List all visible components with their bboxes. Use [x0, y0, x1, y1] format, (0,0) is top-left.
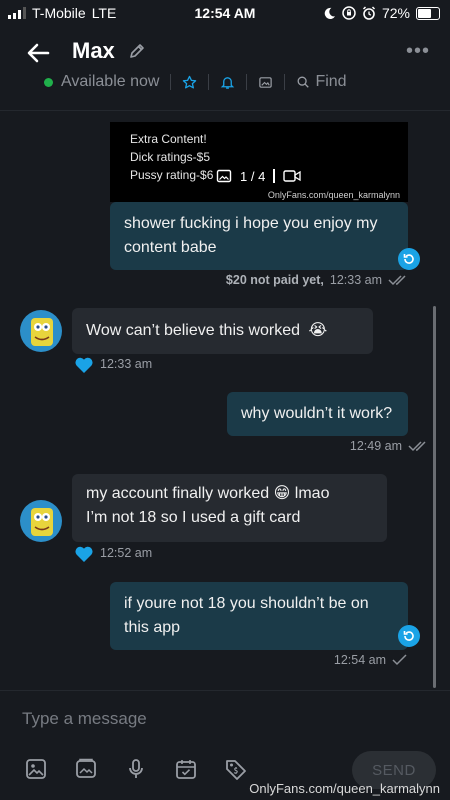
message-text: if youre not 18 you shouldn’t be on this… — [124, 595, 369, 636]
heart-icon[interactable] — [74, 356, 94, 374]
microphone-icon[interactable] — [124, 757, 148, 781]
avatar[interactable] — [20, 500, 62, 542]
undo-icon[interactable] — [398, 625, 420, 647]
message-text: why wouldn’t it work? — [241, 405, 393, 422]
emoji: 😭 — [308, 322, 328, 339]
availability-status: Available now — [61, 73, 160, 90]
search-icon[interactable] — [296, 75, 310, 89]
status-bar: T-Mobile LTE 12:54 AM 72% — [0, 0, 450, 26]
emoji: 😁 — [273, 485, 291, 502]
message-meta: 12:52 am — [100, 546, 152, 560]
message-time: 12:54 am — [333, 653, 386, 667]
alarm-icon — [362, 6, 375, 20]
vault-icon[interactable] — [74, 757, 98, 781]
message-meta: 12:33 am — [100, 357, 152, 371]
video-icon — [283, 170, 301, 182]
watermark: OnlyFans.com/queen_karmalynn — [249, 781, 440, 796]
media-line: Pussy rating-$6 — [130, 168, 214, 182]
incoming-message[interactable]: Wow can’t believe this worked 😭 — [72, 308, 373, 354]
battery-label: 72% — [381, 5, 410, 21]
price-status: $20 not paid yet, — [225, 273, 324, 287]
image-icon — [216, 169, 232, 183]
media-line: Extra Content! — [130, 132, 207, 146]
calendar-icon[interactable] — [174, 757, 198, 781]
divider — [246, 74, 248, 90]
chat-header: Max ••• Available now Find — [0, 30, 450, 110]
media-line: Dick ratings-$5 — [130, 150, 211, 164]
heart-icon[interactable] — [74, 545, 94, 563]
bell-icon[interactable] — [220, 75, 235, 90]
outgoing-message[interactable]: if youre not 18 you shouldn’t be on this… — [110, 582, 408, 650]
message-text: my account finally worked — [86, 485, 270, 502]
online-dot — [44, 77, 53, 87]
message-text: shower fucking i hope you enjoy my conte… — [124, 215, 378, 256]
find-label[interactable]: Find — [315, 73, 346, 91]
undo-icon[interactable] — [398, 248, 420, 270]
composer-toolbar — [24, 757, 248, 781]
message-text: Wow can’t believe this worked — [86, 322, 301, 339]
header-subbar: Available now Find — [44, 73, 347, 91]
price-tag-icon[interactable] — [224, 757, 248, 781]
divider — [170, 74, 172, 90]
message-time: 12:33 am — [100, 357, 153, 371]
incoming-message[interactable]: my account finally worked 😁 lmao I’m not… — [72, 474, 387, 542]
media-text: Extra Content! Dick ratings-$5 Pussy rat… — [130, 130, 213, 184]
rotation-lock-icon — [342, 6, 356, 20]
media-count: 1 / 4 — [240, 168, 266, 184]
message-text: lmao — [294, 485, 330, 502]
contact-name[interactable]: Max — [72, 38, 115, 64]
outgoing-message[interactable]: why wouldn’t it work? — [227, 392, 408, 436]
divider — [273, 169, 276, 183]
avatar-image — [20, 500, 62, 542]
message-meta: 12:54 am — [334, 653, 408, 667]
double-check-icon — [388, 275, 406, 286]
message-time: 12:49 am — [349, 439, 402, 453]
message-list[interactable]: Extra Content! Dick ratings-$5 Pussy rat… — [0, 112, 450, 690]
message-text: I’m not 18 so I used a gift card — [86, 509, 301, 526]
more-options-icon[interactable]: ••• — [406, 40, 430, 63]
message-input[interactable]: Type a message — [22, 709, 147, 729]
back-arrow-icon[interactable] — [24, 38, 54, 68]
outgoing-message[interactable]: shower fucking i hope you enjoy my conte… — [110, 202, 408, 270]
message-meta: $20 not paid yet, 12:33 am — [226, 273, 408, 287]
check-icon — [392, 654, 407, 666]
media-counter: 1 / 4 — [216, 168, 301, 184]
image-icon[interactable] — [24, 757, 48, 781]
double-check-icon — [408, 441, 426, 452]
media-preview[interactable]: Extra Content! Dick ratings-$5 Pussy rat… — [110, 122, 408, 202]
message-meta: 12:49 am — [350, 439, 428, 453]
battery-icon — [416, 6, 440, 20]
message-time: 12:52 am — [100, 546, 153, 560]
message-line: my account finally worked 😁 lmao — [86, 482, 373, 506]
pencil-icon[interactable] — [128, 42, 146, 60]
avatar-image — [20, 310, 62, 352]
status-right: 72% — [323, 5, 440, 21]
image-icon[interactable] — [258, 75, 273, 90]
star-icon[interactable] — [182, 75, 197, 90]
message-time: 12:33 am — [329, 273, 382, 287]
divider — [208, 74, 210, 90]
moon-icon — [324, 7, 336, 19]
header-divider — [0, 110, 450, 111]
avatar[interactable] — [20, 310, 62, 352]
scrollbar[interactable] — [433, 306, 436, 688]
media-credit: OnlyFans.com/queen_karmalynn — [267, 190, 400, 200]
composer: Type a message SEND OnlyFans.com/queen_k… — [0, 690, 450, 800]
divider — [284, 74, 286, 90]
